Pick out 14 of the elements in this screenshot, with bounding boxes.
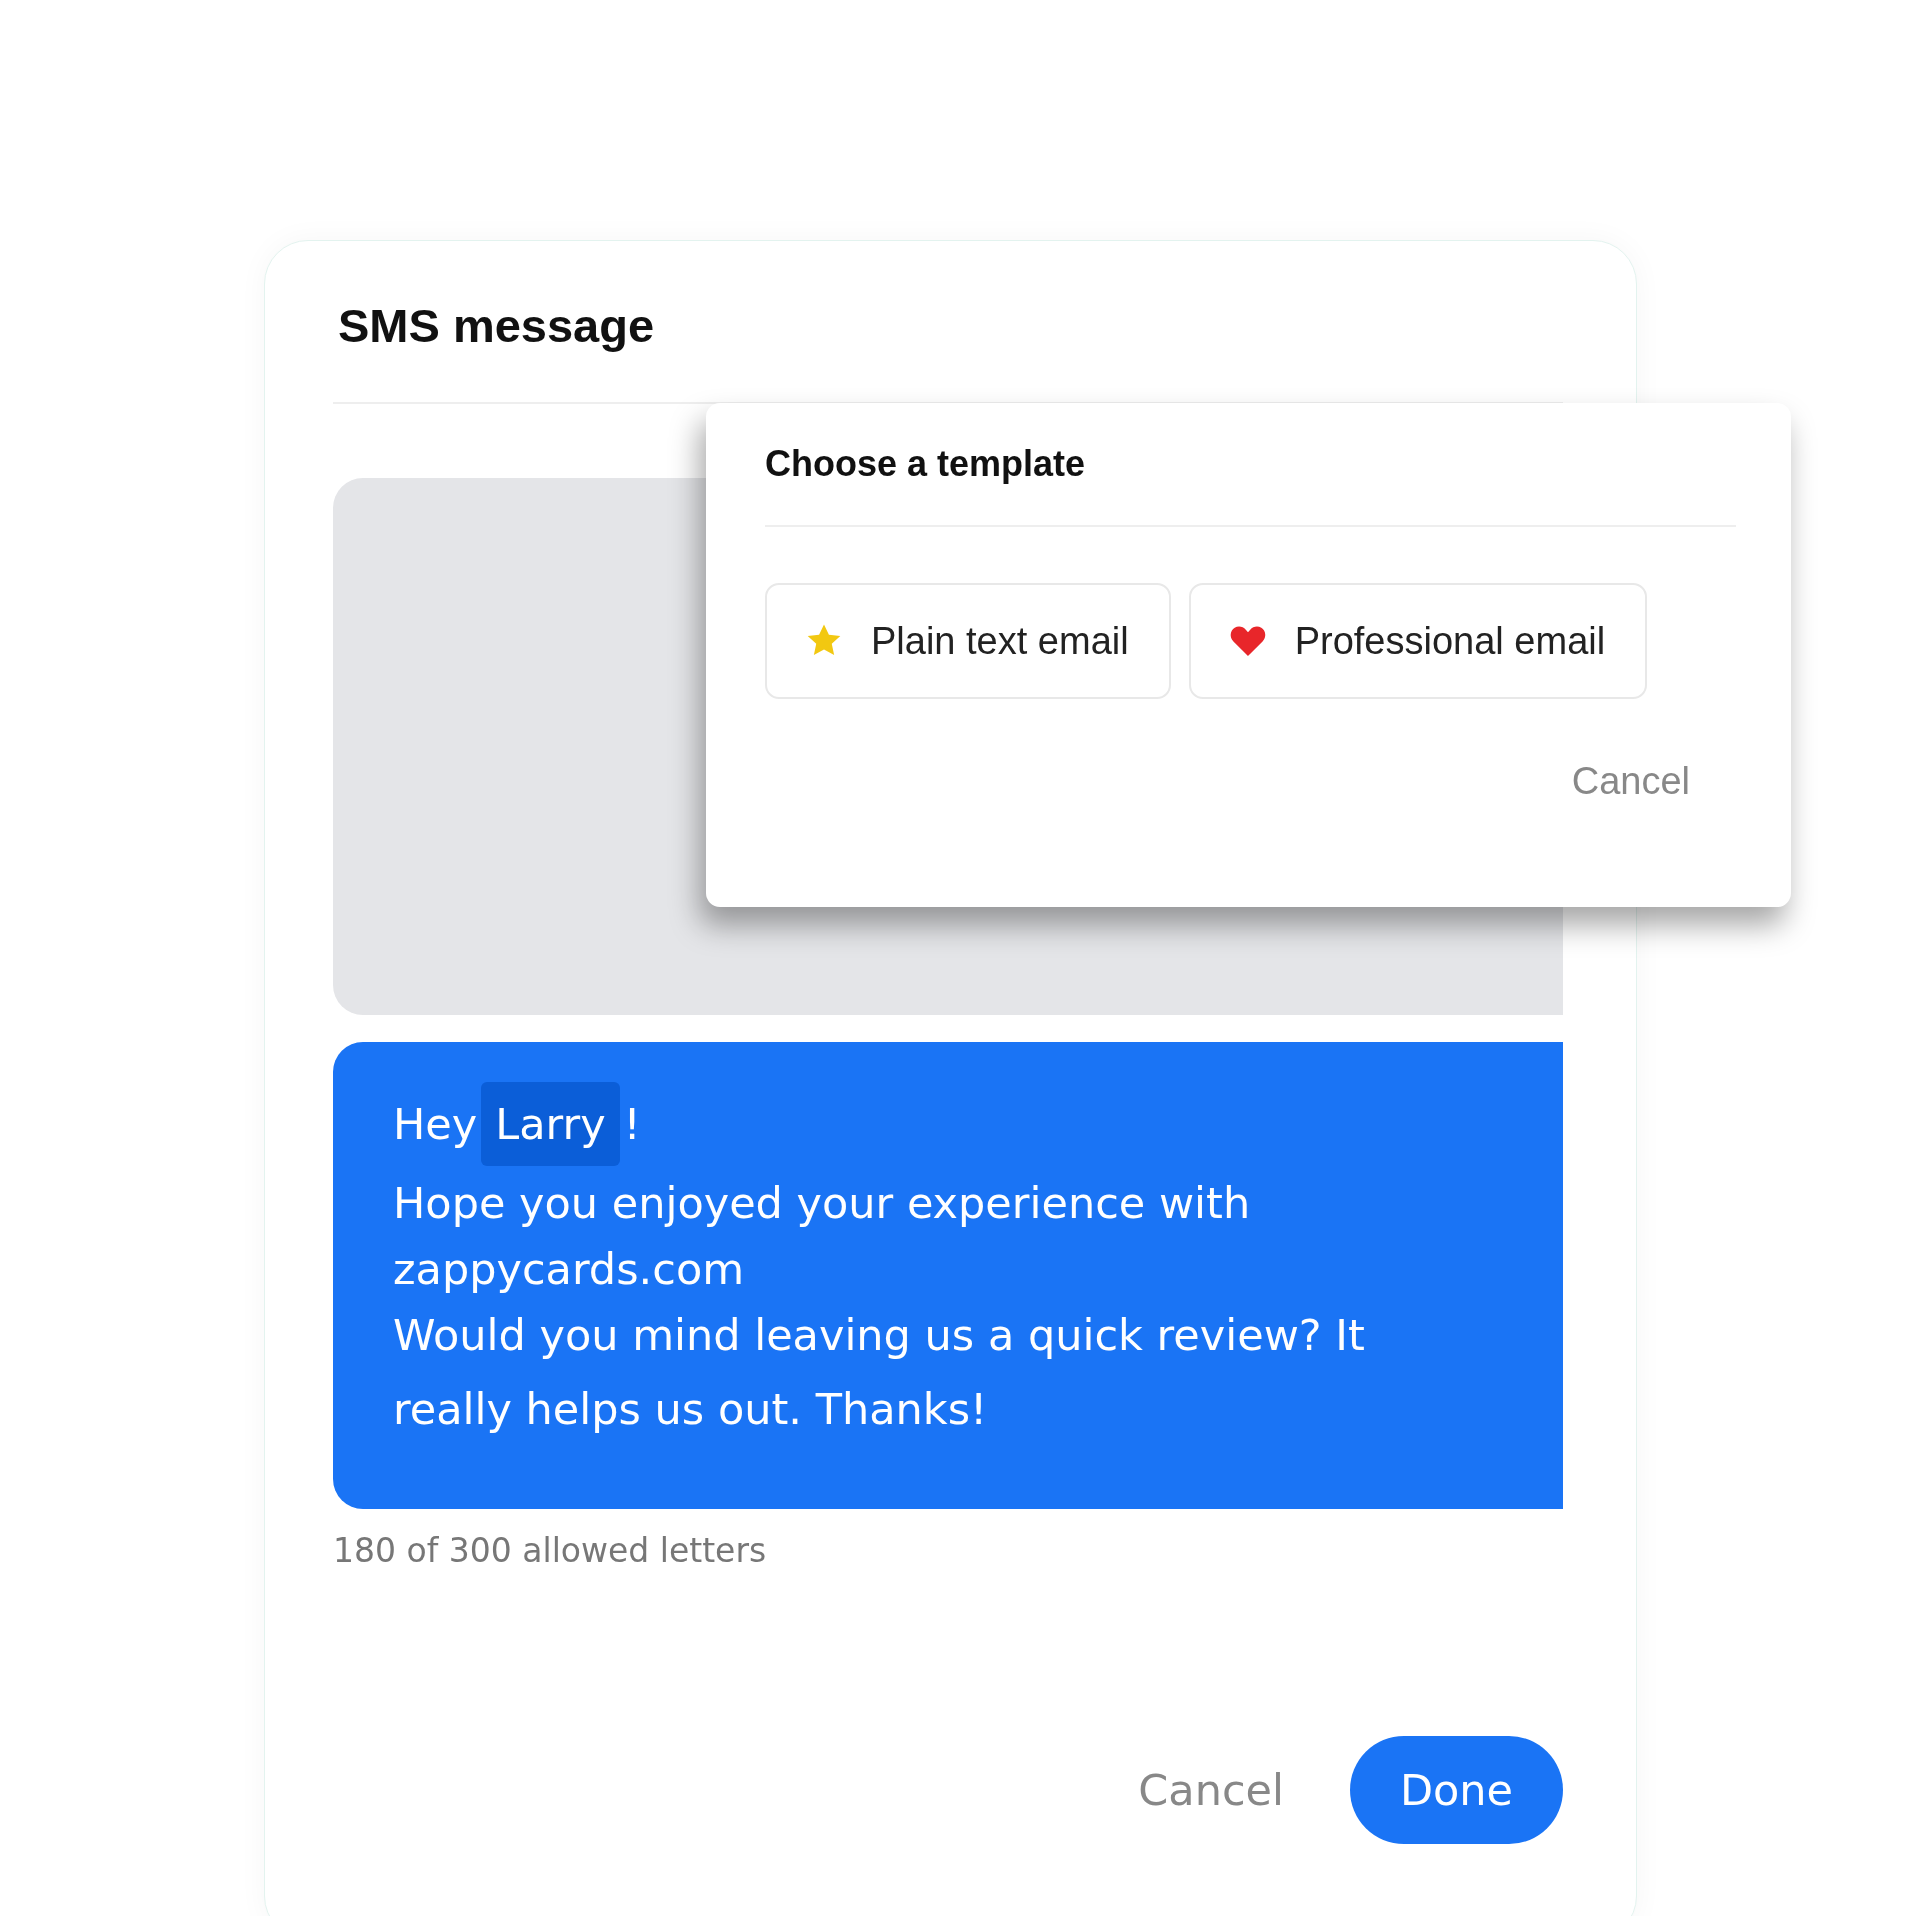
template-button[interactable]: Professional email: [1188, 583, 1648, 699]
cancel-button[interactable]: Cancel: [1565, 759, 1696, 804]
template-button[interactable]: Plain text email: [765, 583, 1171, 699]
greeting-end: !: [623, 1099, 641, 1149]
name-token[interactable]: Larry: [481, 1082, 620, 1166]
message-text: Hope you enjoyed your experience with: [393, 1177, 1252, 1230]
message-text: Would you mind leaving us a quick review? It really helps us out. Thanks!: [393, 1309, 1366, 1436]
done-button[interactable]: Done: [1350, 1736, 1563, 1844]
greeting-text: Hey: [393, 1099, 478, 1149]
dialog-title: SMS message: [338, 298, 655, 353]
character-counter: 180 of 300 allowed letters: [333, 1531, 768, 1570]
popup-title: Choose a template: [765, 443, 1736, 527]
cancel-button[interactable]: Cancel: [1132, 1764, 1290, 1816]
message-text: zappycards.com: [393, 1243, 746, 1296]
